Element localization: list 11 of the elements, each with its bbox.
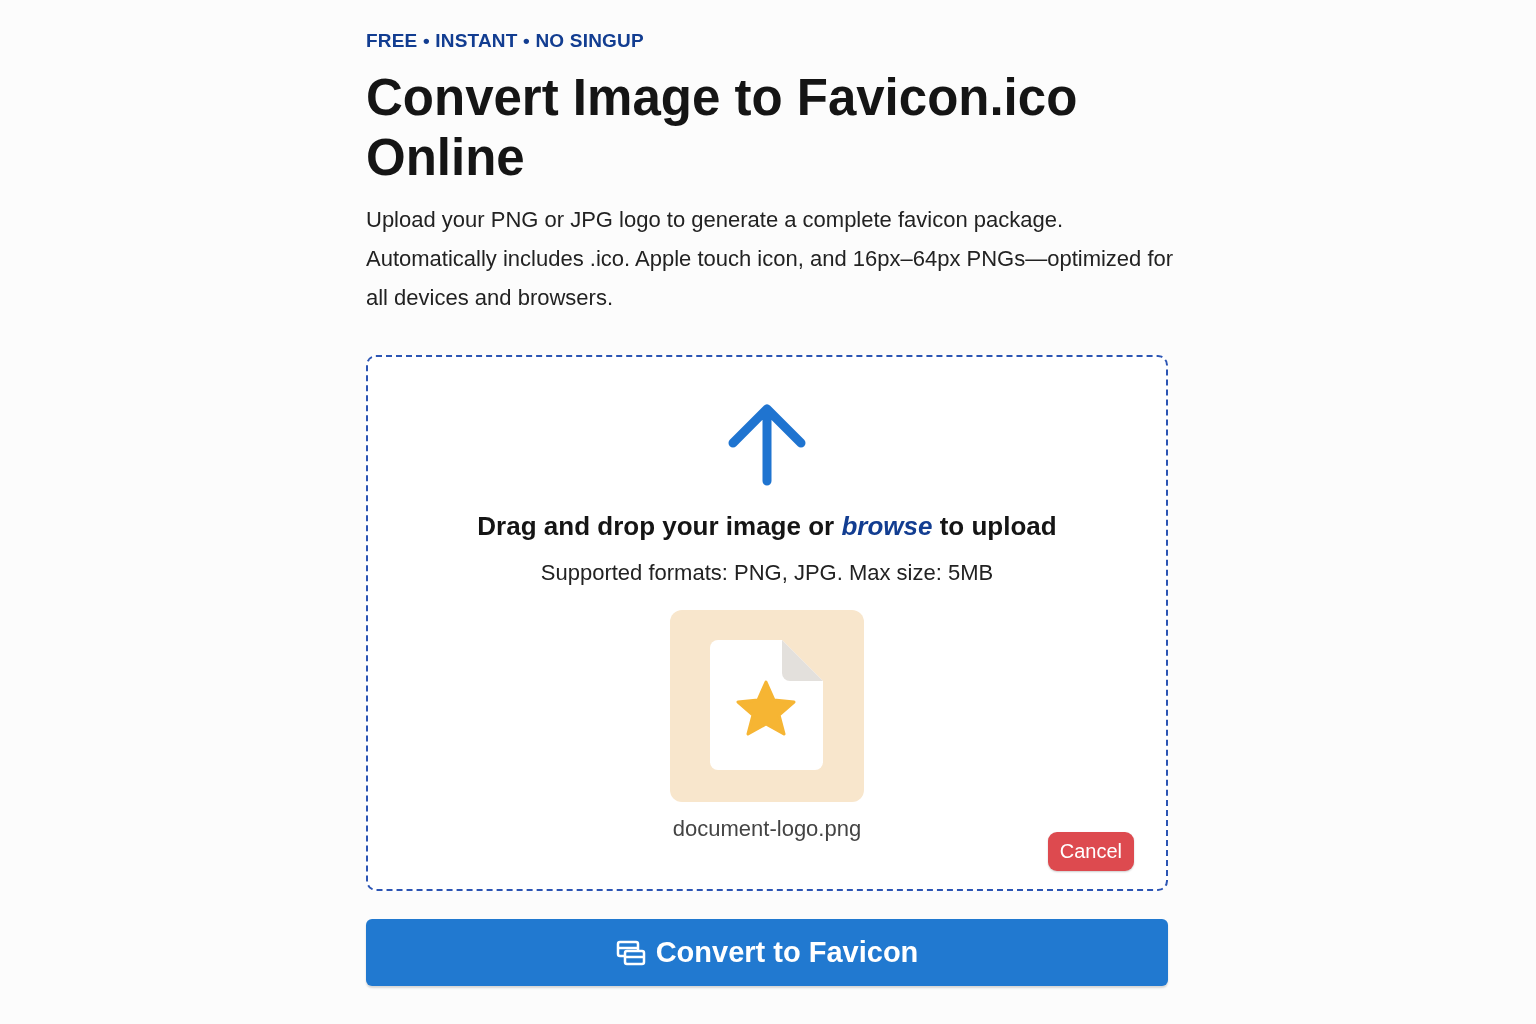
drop-prompt: Drag and drop your image or browse to upload xyxy=(477,511,1057,542)
page-title: Convert Image to Favicon.ico Online xyxy=(366,68,1079,188)
file-name: document-logo.png xyxy=(672,816,862,842)
browse-link[interactable]: browse xyxy=(841,511,933,541)
drop-zone[interactable]: Drag and drop your image or browse to upload Supported formats: PNG, JPG. Max size: 5MB document-logo.png Cancel xyxy=(366,355,1168,891)
formats-note: Supported formats: PNG, JPG. Max size: 5MB xyxy=(540,560,994,586)
convert-button[interactable]: Convert to Favicon xyxy=(366,919,1168,986)
cancel-button[interactable]: Cancel xyxy=(1047,832,1134,871)
tagline: FREE • INSTANT • NO SINGUP xyxy=(366,30,645,52)
cards-icon xyxy=(615,939,646,966)
description: Upload your PNG or JPG logo to generate a complete favicon package. Automatically includes .ico. Apple touch icon, and 16px–64px PNGs—optimized for all devices and browsers. xyxy=(366,206,1175,312)
